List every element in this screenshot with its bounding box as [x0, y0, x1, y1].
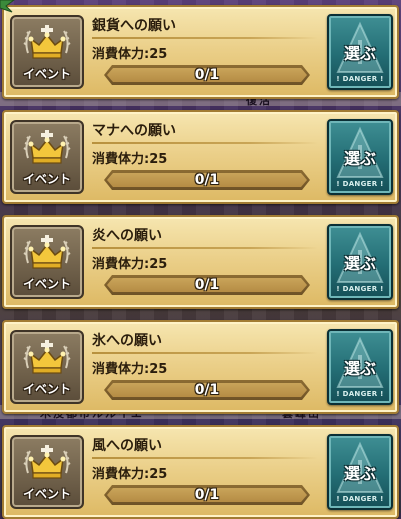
- select-button-label: 選ぶ: [343, 464, 376, 483]
- danger-label: ! DANGER !: [336, 390, 384, 398]
- progress-text: 0/1: [194, 67, 220, 83]
- event-badge: イベント: [10, 225, 84, 299]
- select-button[interactable]: 選ぶ ! DANGER !: [327, 224, 393, 300]
- crown-icon: [23, 130, 71, 164]
- progress-bar: 0/1: [104, 485, 310, 505]
- event-badge-label: イベント: [22, 172, 71, 186]
- title-divider: [92, 142, 318, 144]
- select-button[interactable]: 選ぶ ! DANGER !: [327, 119, 393, 195]
- progress-bar: 0/1: [104, 380, 310, 400]
- event-badge: イベント: [10, 330, 84, 404]
- progress-text: 0/1: [194, 487, 220, 503]
- event-badge-label: イベント: [22, 67, 71, 81]
- select-button-label: 選ぶ: [343, 149, 376, 168]
- crown-icon: [23, 25, 71, 59]
- stamina-cost: 消費体力:25: [92, 152, 168, 167]
- progress-bar: 0/1: [104, 170, 310, 190]
- quest-card[interactable]: イベント マナへの願い 消費体力:25 0/1 選ぶ ! DANGER !: [2, 110, 399, 204]
- stamina-cost: 消費体力:25: [92, 467, 168, 482]
- select-button-label: 選ぶ: [343, 44, 376, 63]
- danger-label: ! DANGER !: [336, 495, 384, 503]
- select-button[interactable]: 選ぶ ! DANGER !: [327, 329, 393, 405]
- event-badge-label: イベント: [22, 487, 71, 501]
- select-button-label: 選ぶ: [343, 254, 376, 273]
- title-divider: [92, 247, 318, 249]
- progress-bar: 0/1: [104, 275, 310, 295]
- quest-card[interactable]: イベント 炎への願い 消費体力:25 0/1 選ぶ ! DANGER !: [2, 215, 399, 309]
- danger-label: ! DANGER !: [336, 285, 384, 293]
- quest-card[interactable]: イベント 銀貨への願い 消費体力:25 0/1 選ぶ ! DANGER !: [2, 5, 399, 99]
- event-badge: イベント: [10, 15, 84, 89]
- title-divider: [92, 457, 318, 459]
- quest-title: マナへの願い: [92, 123, 176, 139]
- stamina-cost: 消費体力:25: [92, 47, 168, 62]
- event-badge-label: イベント: [22, 382, 71, 396]
- select-button-label: 選ぶ: [343, 359, 376, 378]
- select-button[interactable]: 選ぶ ! DANGER !: [327, 14, 393, 90]
- crown-icon: [23, 445, 71, 479]
- event-badge: イベント: [10, 120, 84, 194]
- stamina-cost: 消費体力:25: [92, 257, 168, 272]
- event-badge: イベント: [10, 435, 84, 509]
- progress-text: 0/1: [194, 382, 220, 398]
- title-divider: [92, 352, 318, 354]
- quest-card[interactable]: イベント 氷への願い 消費体力:25 0/1 選ぶ ! DANGER !: [2, 320, 399, 414]
- select-button[interactable]: 選ぶ ! DANGER !: [327, 434, 393, 510]
- quest-title: 氷への願い: [92, 333, 162, 349]
- crown-icon: [23, 340, 71, 374]
- quest-card[interactable]: イベント 風への願い 消費体力:25 0/1 選ぶ ! DANGER !: [2, 425, 399, 519]
- leaf-decoration-icon: [0, 0, 15, 13]
- crown-icon: [23, 235, 71, 269]
- danger-label: ! DANGER !: [336, 75, 384, 83]
- title-divider: [92, 37, 318, 39]
- quest-title: 炎への願い: [92, 228, 162, 244]
- stamina-cost: 消費体力:25: [92, 362, 168, 377]
- progress-text: 0/1: [194, 277, 220, 293]
- event-badge-label: イベント: [22, 277, 71, 291]
- progress-bar: 0/1: [104, 65, 310, 85]
- quest-title: 風への願い: [92, 438, 162, 454]
- quest-title: 銀貨への願い: [92, 18, 176, 34]
- danger-label: ! DANGER !: [336, 180, 384, 188]
- progress-text: 0/1: [194, 172, 220, 188]
